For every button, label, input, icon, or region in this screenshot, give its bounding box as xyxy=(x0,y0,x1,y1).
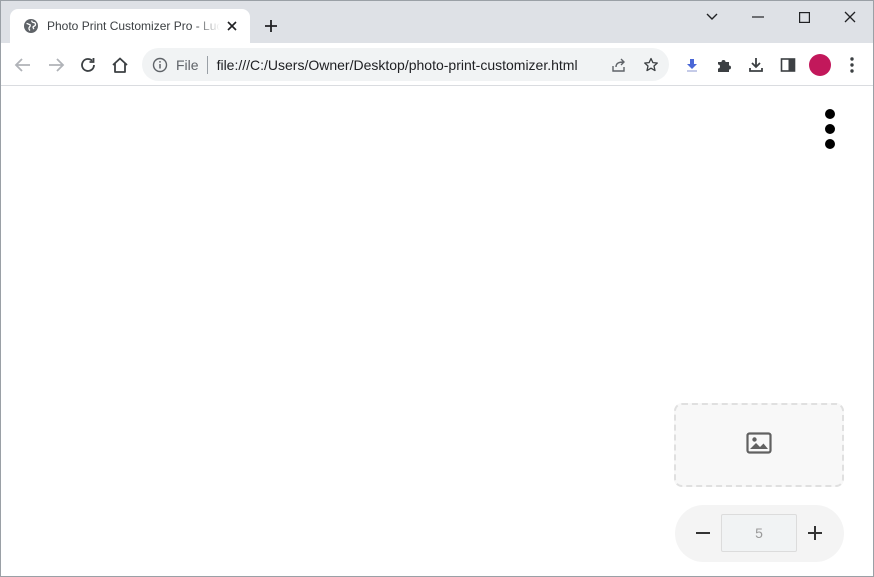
home-icon[interactable] xyxy=(108,53,132,77)
tab-title: Photo Print Customizer Pro - Lucy xyxy=(47,19,220,33)
close-icon[interactable] xyxy=(224,18,240,34)
extensions-puzzle-icon[interactable] xyxy=(712,53,736,77)
increment-button[interactable] xyxy=(804,522,826,544)
maximize-icon[interactable] xyxy=(794,7,814,27)
decrement-button[interactable] xyxy=(692,522,714,544)
image-icon xyxy=(746,431,772,459)
image-upload-dropzone[interactable] xyxy=(674,403,844,487)
page-content xyxy=(1,87,873,576)
reload-icon[interactable] xyxy=(76,53,100,77)
info-icon[interactable] xyxy=(152,57,168,73)
side-panel-icon[interactable] xyxy=(776,53,800,77)
tab-search-chevron-icon[interactable] xyxy=(702,7,722,27)
page-menu-icon[interactable] xyxy=(821,109,839,149)
address-bar[interactable]: File file:///C:/Users/Owner/Desktop/phot… xyxy=(142,48,669,81)
browser-window: Photo Print Customizer Pro - Lucy File f… xyxy=(0,0,874,577)
bookmark-star-icon[interactable] xyxy=(642,56,660,74)
url-scheme-label: File xyxy=(176,56,199,73)
quantity-input[interactable] xyxy=(721,514,797,552)
minimize-icon[interactable] xyxy=(748,7,768,27)
quantity-stepper xyxy=(675,505,844,562)
extension-download-icon[interactable] xyxy=(680,53,704,77)
globe-icon xyxy=(23,18,39,34)
close-window-icon[interactable] xyxy=(840,7,860,27)
back-arrow-icon[interactable] xyxy=(11,53,35,77)
address-divider xyxy=(206,55,208,74)
browser-toolbar: File file:///C:/Users/Owner/Desktop/phot… xyxy=(1,43,873,86)
forward-arrow-icon[interactable] xyxy=(44,53,68,77)
tab-strip: Photo Print Customizer Pro - Lucy xyxy=(1,1,873,43)
downloads-icon[interactable] xyxy=(744,53,768,77)
new-tab-button[interactable] xyxy=(261,16,281,36)
profile-avatar[interactable] xyxy=(809,54,831,76)
url-text[interactable]: file:///C:/Users/Owner/Desktop/photo-pri… xyxy=(217,57,578,73)
tab-photo-print-customizer[interactable]: Photo Print Customizer Pro - Lucy xyxy=(10,9,250,43)
share-icon[interactable] xyxy=(610,56,628,74)
browser-menu-icon[interactable] xyxy=(840,53,864,77)
